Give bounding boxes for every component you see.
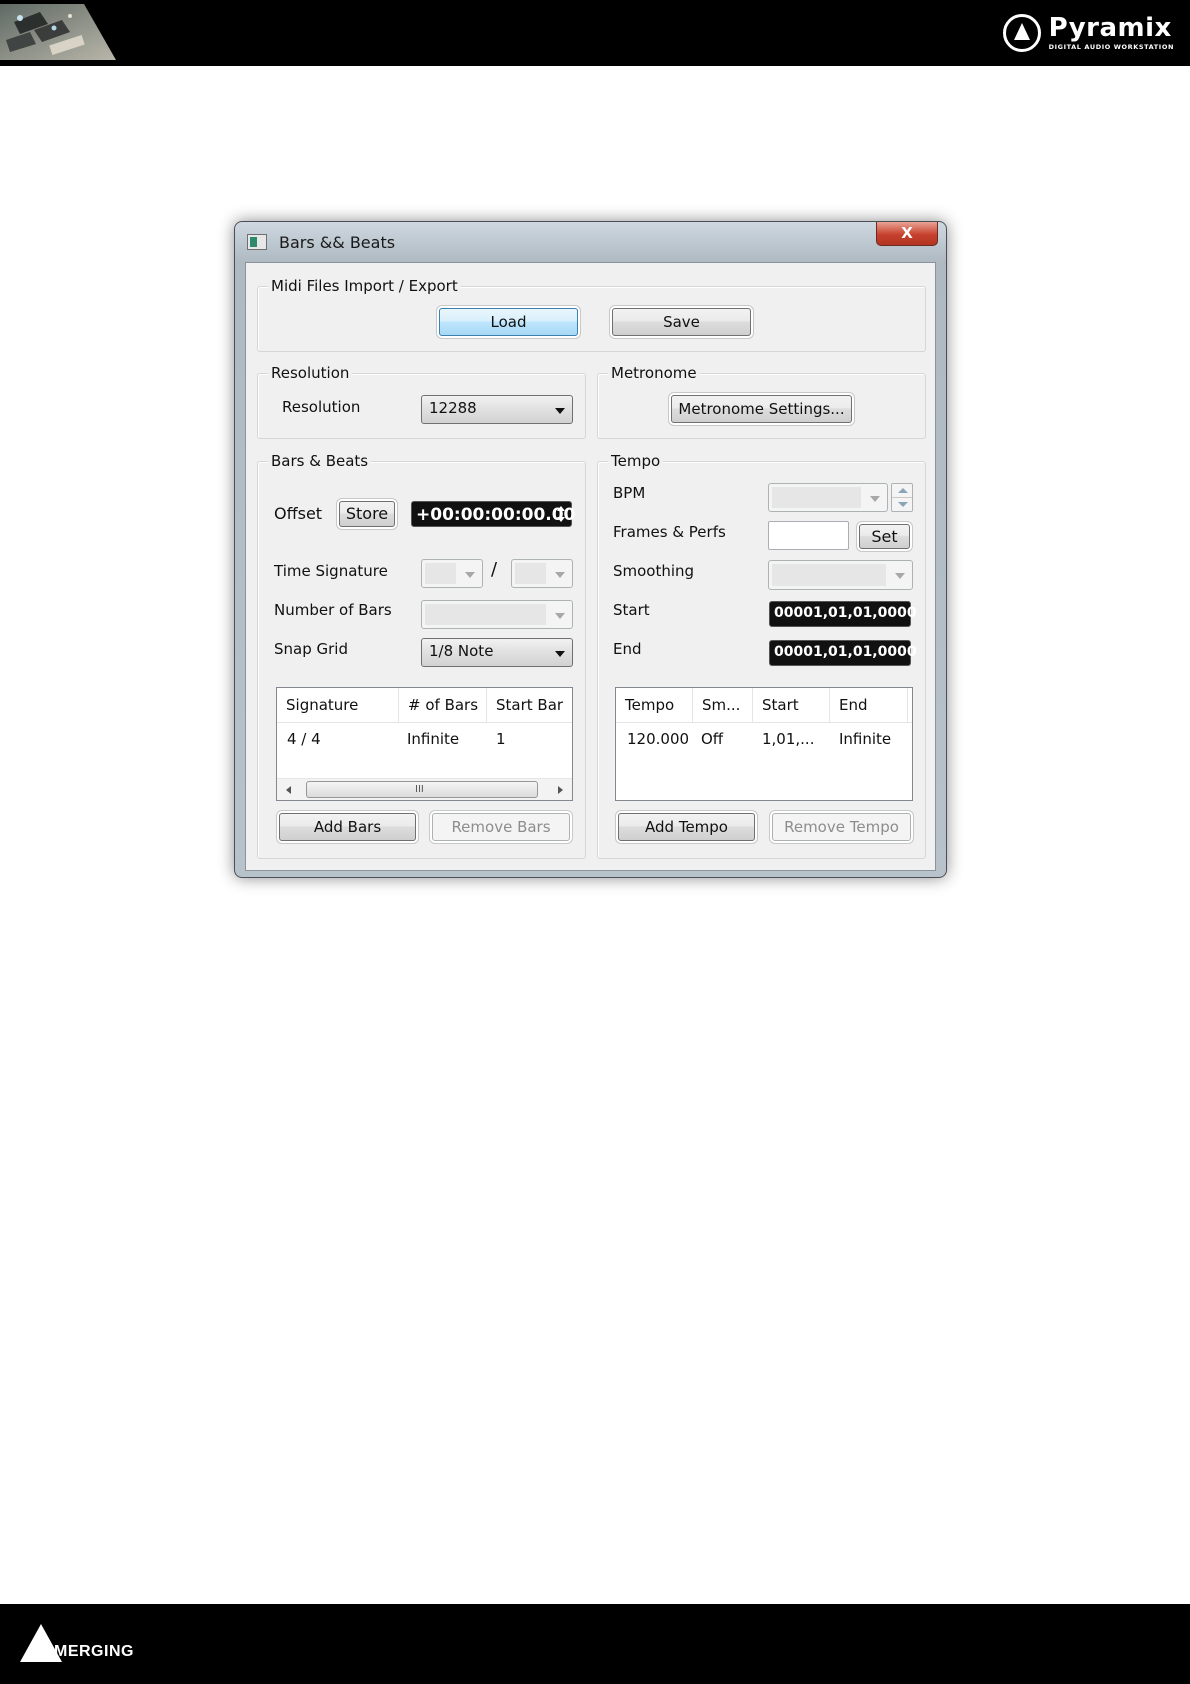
pyramix-logo: Pyramix DIGITAL AUDIO WORKSTATION [1002, 12, 1174, 54]
resolution-label: Resolution [282, 398, 361, 416]
store-button[interactable]: Store [339, 501, 395, 527]
spin-down-icon[interactable] [898, 502, 908, 507]
add-bars-button[interactable]: Add Bars [279, 813, 416, 841]
number-of-bars-dropdown[interactable] [421, 600, 573, 629]
title-bar[interactable]: Bars && Beats X [235, 222, 946, 258]
column-header-signature[interactable]: Signature [277, 688, 399, 723]
offset-timecode-field[interactable]: +00:00:00:00.00 [411, 501, 576, 527]
save-button[interactable]: Save [612, 308, 751, 336]
header-bar: Pyramix DIGITAL AUDIO WORKSTATION [0, 0, 1190, 66]
brand-tagline: DIGITAL AUDIO WORKSTATION [1048, 43, 1174, 52]
column-header-end[interactable]: End [830, 688, 908, 723]
bars-beats-group: Bars & Beats Offset Store +00:00:00:00.0… [257, 452, 586, 859]
column-header-tempo[interactable]: Tempo [616, 688, 693, 723]
mixing-console-photo [0, 4, 116, 60]
tempo-list-header: Tempo Sm... Start End [616, 688, 912, 723]
column-header-bar-count[interactable]: # of Bars [399, 688, 487, 723]
number-of-bars-label: Number of Bars [274, 601, 392, 619]
frames-perfs-label: Frames & Perfs [613, 523, 726, 541]
time-signature-slash: / [491, 559, 498, 580]
column-header-start-bar[interactable]: Start Bar [487, 688, 574, 723]
smoothing-dropdown[interactable] [768, 560, 913, 590]
resolution-group: Resolution Resolution 12288 [257, 364, 586, 439]
chevron-down-icon [555, 571, 565, 578]
resolution-group-label: Resolution [268, 364, 353, 382]
metronome-group: Metronome Metronome Settings... [597, 364, 926, 439]
tempo-list[interactable]: Tempo Sm... Start End 120.000 Off 1,01,.… [615, 687, 913, 801]
signature-list-header: Signature # of Bars Start Bar [277, 688, 572, 723]
metronome-settings-button[interactable]: Metronome Settings... [671, 395, 852, 423]
scrollbar-thumb[interactable]: III [306, 781, 538, 798]
start-value: 00001,01,01,0000 [774, 605, 917, 621]
scroll-right-arrow-icon[interactable] [558, 786, 563, 794]
brand-name: Pyramix [1048, 13, 1172, 44]
bpm-label: BPM [613, 484, 646, 502]
horizontal-scrollbar[interactable]: III [277, 778, 572, 800]
cell-start-bar: 1 [496, 730, 506, 748]
bars-beats-window: Bars && Beats X Midi Files Import / Expo… [234, 221, 947, 878]
frames-perfs-input[interactable] [768, 521, 849, 550]
load-button[interactable]: Load [439, 308, 578, 336]
snap-grid-value: 1/8 Note [429, 642, 494, 660]
scroll-left-arrow-icon[interactable] [286, 786, 291, 794]
offset-label: Offset [274, 504, 323, 523]
dialog-client-area: Midi Files Import / Export Load Save Res… [245, 262, 936, 871]
offset-spinner-icon[interactable] [557, 505, 567, 523]
merging-logo: MERGING [20, 1624, 134, 1662]
chevron-down-icon [895, 573, 905, 579]
cell-bar-count: Infinite [407, 730, 460, 748]
bpm-spinner[interactable] [891, 483, 913, 512]
time-signature-denominator-dropdown[interactable] [511, 559, 573, 588]
snap-grid-dropdown[interactable]: 1/8 Note [421, 638, 573, 667]
remove-bars-button[interactable]: Remove Bars [432, 813, 570, 841]
add-tempo-button[interactable]: Add Tempo [618, 813, 755, 841]
pyramix-triangle-icon [1002, 14, 1041, 52]
cell-tempo: 120.000 [627, 730, 690, 748]
end-position-field[interactable]: 00001,01,01,0000 [769, 640, 917, 666]
scrollbar-grip: III [415, 784, 424, 795]
chevron-down-icon [555, 407, 565, 414]
app-icon [247, 234, 267, 250]
cell-start: 1,01,... [762, 730, 815, 748]
time-signature-label: Time Signature [274, 562, 388, 580]
spin-up-icon[interactable] [898, 488, 908, 493]
cell-end: Infinite [839, 730, 892, 748]
chevron-down-icon [555, 612, 565, 619]
footer-bar: MERGING [0, 1604, 1190, 1684]
midi-files-group-label: Midi Files Import / Export [268, 277, 461, 295]
remove-tempo-button[interactable]: Remove Tempo [772, 813, 911, 841]
signature-list[interactable]: Signature # of Bars Start Bar 4 / 4 Infi… [276, 687, 573, 801]
column-header-start[interactable]: Start [753, 688, 830, 723]
chevron-down-icon [465, 571, 475, 578]
resolution-dropdown[interactable]: 12288 [421, 395, 573, 424]
window-title: Bars && Beats [279, 233, 396, 252]
chevron-down-icon [870, 495, 880, 502]
bpm-dropdown[interactable] [768, 483, 888, 512]
tempo-group: Tempo BPM Frames & Perfs Set Smoothing S… [597, 452, 926, 859]
set-button[interactable]: Set [859, 524, 910, 549]
tempo-group-label: Tempo [608, 452, 664, 470]
start-label: Start [613, 601, 650, 619]
page: Pyramix DIGITAL AUDIO WORKSTATION Bars &… [0, 0, 1190, 1684]
cell-signature: 4 / 4 [287, 730, 321, 748]
cell-smoothing: Off [701, 730, 724, 748]
column-header-smoothing[interactable]: Sm... [693, 688, 753, 723]
bars-beats-group-label: Bars & Beats [268, 452, 372, 470]
smoothing-label: Smoothing [613, 562, 695, 580]
close-button[interactable]: X [876, 222, 938, 246]
start-position-field[interactable]: 00001,01,01,0000 [769, 601, 917, 627]
chevron-down-icon [555, 650, 565, 657]
snap-grid-label: Snap Grid [274, 640, 348, 658]
end-value: 00001,01,01,0000 [774, 644, 917, 660]
metronome-group-label: Metronome [608, 364, 700, 382]
end-label: End [613, 640, 642, 658]
time-signature-numerator-dropdown[interactable] [421, 559, 483, 588]
resolution-value: 12288 [429, 399, 477, 417]
merging-name: MERGING [54, 1643, 134, 1660]
midi-files-group: Midi Files Import / Export Load Save [257, 277, 926, 352]
offset-value: +00:00:00:00.00 [416, 505, 576, 525]
